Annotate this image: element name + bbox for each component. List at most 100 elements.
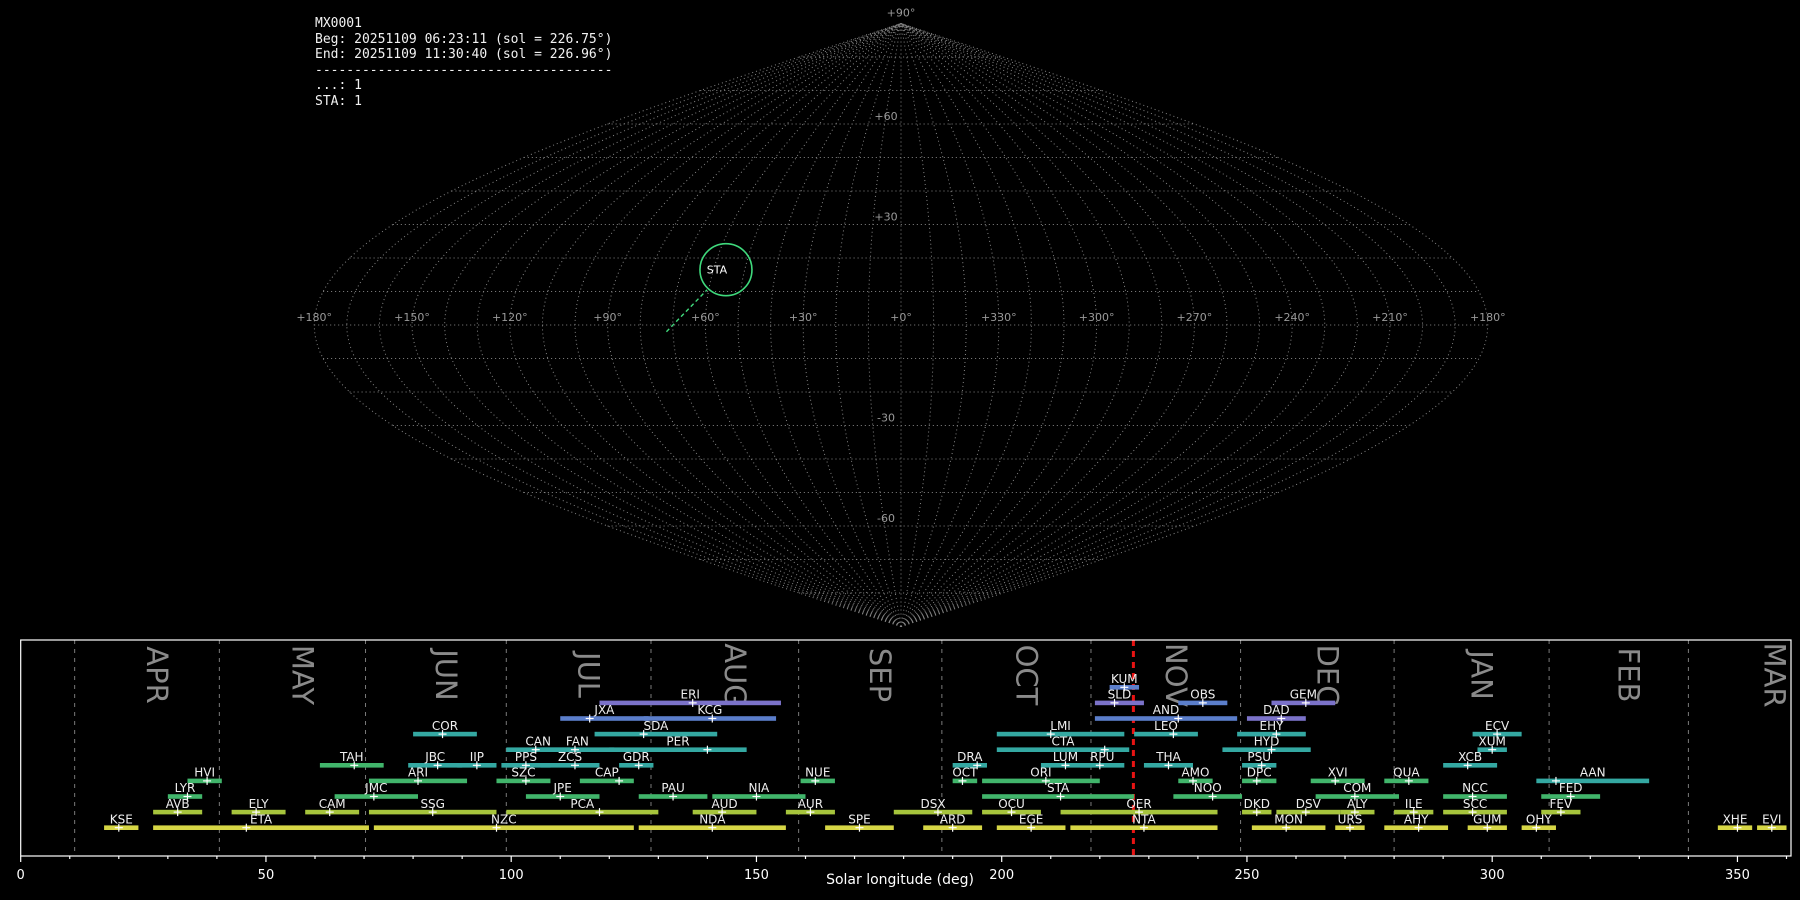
shower-label: JMC (364, 781, 387, 795)
shower-label: SSG (420, 797, 445, 811)
lon-tick-label: +180° (296, 311, 332, 324)
shower-label: NDA (699, 812, 726, 826)
lon-tick-label: +300° (1079, 311, 1115, 324)
lat-tick-label: -60 (877, 512, 895, 525)
shower-label: CAN (525, 734, 551, 748)
shower-label: CAP (595, 766, 619, 780)
shower-label: DKD (1244, 797, 1270, 811)
shower-label: OHY (1526, 812, 1552, 826)
month-label-may: MAY (285, 645, 319, 706)
shower-label: THA (1155, 750, 1181, 764)
shower-label: ELY (249, 797, 270, 811)
shower-label: XCB (1458, 750, 1482, 764)
lon-tick-label: +210° (1372, 311, 1408, 324)
shower-QUA: QUA (1384, 766, 1428, 785)
shower-label: EHY (1260, 719, 1285, 733)
shower-SZC: SZC (496, 766, 550, 785)
shower-ERI: ERI (599, 688, 780, 707)
grid-meridian (477, 24, 901, 627)
month-label-apr: APR (140, 646, 174, 703)
shower-AUR: AUR (786, 797, 835, 816)
shower-label: FEV (1550, 797, 1573, 811)
lon-tick-label: +30° (789, 311, 818, 324)
lon-tick-label: +0° (890, 311, 912, 324)
shower-label: NTA (1132, 812, 1156, 826)
shower-EGE: EGE (997, 812, 1066, 831)
lon-tick-label: +90° (593, 311, 622, 324)
month-label-oct: OCT (1009, 645, 1043, 706)
shower-label: IIP (470, 750, 484, 764)
shower-label: FED (1559, 781, 1583, 795)
grid-meridian (901, 24, 1455, 627)
shower-label: KUM (1111, 672, 1138, 686)
shower-label: DRA (957, 750, 983, 764)
shower-label: NOO (1194, 781, 1222, 795)
shower-label: QUA (1393, 766, 1420, 780)
info-line: Beg: 20251109 06:23:11 (sol = 226.75°) (315, 32, 612, 48)
shower-label: MON (1274, 812, 1303, 826)
shower-label: JXA (593, 703, 615, 717)
activity-timeline: APRMAYJUNJULAUGSEPOCTNOVDECJANFEBMARKUME… (0, 630, 1800, 900)
north-pole-label: +90° (887, 7, 916, 20)
sky-grid (314, 24, 1488, 627)
lon-tick-label: +330° (981, 311, 1017, 324)
lat-tick-label: -30 (877, 412, 895, 425)
shower-label: TAH (339, 750, 364, 764)
shower-label: LYR (175, 781, 196, 795)
shower-label: DPC (1247, 766, 1272, 780)
shower-NTA: NTA (1070, 812, 1217, 831)
shower-label: NZC (491, 812, 517, 826)
shower-label: COR (432, 719, 458, 733)
shower-label: SPE (848, 812, 870, 826)
shower-label: ALY (1347, 797, 1368, 811)
lon-tick-label: +270° (1177, 311, 1213, 324)
shower-label: ETA (250, 812, 273, 826)
shower-SPE: SPE (825, 812, 894, 831)
shower-label: JBC (424, 750, 445, 764)
shower-DKD: DKD (1242, 797, 1271, 816)
lon-tick-label: +60° (691, 311, 720, 324)
lon-tick-label: +150° (394, 311, 430, 324)
shower-label: NUE (805, 766, 830, 780)
shower-label: ORI (1030, 766, 1051, 780)
info-line: MX0001 (315, 16, 612, 32)
shower-label: PPS (515, 750, 537, 764)
shower-label: OCU (998, 797, 1025, 811)
shower-label: ZCS (558, 750, 582, 764)
shower-ZCS: ZCS (541, 750, 600, 769)
shower-label: HVI (194, 766, 215, 780)
lat-tick-label: +30 (874, 211, 897, 224)
shower-label: JPE (553, 781, 572, 795)
shower-JXA: JXA (560, 703, 648, 722)
shower-label: PSU (1247, 750, 1271, 764)
shower-label: PAU (661, 781, 684, 795)
grid-meridian (901, 24, 1357, 627)
shower-label: AND (1153, 703, 1179, 717)
grid-meridian (901, 24, 934, 627)
shower-label: AMO (1181, 766, 1209, 780)
lon-tick-label: +120° (492, 311, 528, 324)
shower-label: XVI (1328, 766, 1348, 780)
shower-label: SLD (1108, 688, 1132, 702)
shower-label: SCC (1463, 797, 1487, 811)
grid-meridian (901, 24, 1423, 627)
month-label-feb: FEB (1612, 648, 1646, 703)
shower-XCB: XCB (1443, 750, 1497, 769)
shower-label: OBS (1190, 688, 1215, 702)
shower-label: ILE (1405, 797, 1423, 811)
month-label-jul: JUL (572, 650, 606, 698)
shower-label: OCT (952, 766, 978, 780)
shower-IIP: IIP (457, 750, 496, 769)
grid-meridian (412, 24, 901, 627)
shower-KSE: KSE (104, 812, 138, 831)
shower-RPU: RPU (1080, 750, 1124, 769)
shower-label: NIA (749, 781, 771, 795)
shower-ARD: ARD (923, 812, 982, 831)
shower-OCT: OCT (952, 766, 978, 785)
info-line: -------------------------------------- (315, 63, 612, 79)
shower-label: STA (1047, 781, 1070, 795)
shower-JMC: JMC (335, 781, 418, 800)
shower-label: AUD (711, 797, 737, 811)
shower-label: RPU (1090, 750, 1114, 764)
lon-tick-label: +240° (1274, 311, 1310, 324)
